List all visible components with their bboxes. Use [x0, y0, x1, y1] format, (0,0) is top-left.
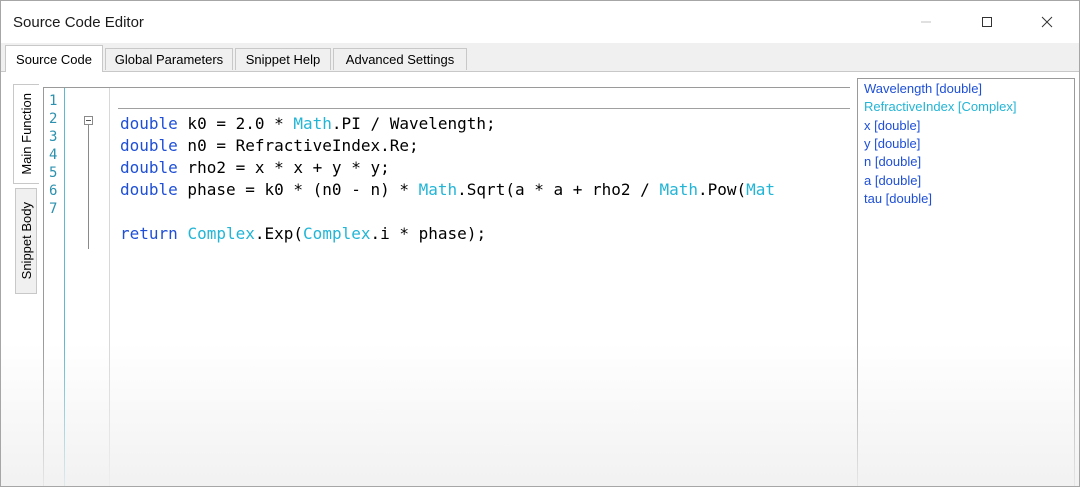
- code-token: .Sqrt(a * a + rho2 /: [457, 180, 660, 199]
- maximize-button[interactable]: [959, 1, 1015, 43]
- keyword-token: double: [120, 180, 178, 199]
- parameter-item[interactable]: RefractiveIndex [Complex]: [864, 98, 1016, 116]
- parameter-item[interactable]: y [double]: [864, 135, 920, 153]
- code-token: .Pow(: [697, 180, 747, 199]
- parameter-item[interactable]: tau [double]: [864, 190, 932, 208]
- minimize-button[interactable]: [898, 1, 954, 43]
- type-token: Mat: [746, 180, 776, 199]
- side-tab-main-function[interactable]: Main Function: [13, 84, 39, 184]
- line-number: 5: [49, 165, 58, 181]
- line-number: 2: [49, 111, 58, 127]
- tab-strip: Source Code Global Parameters Snippet He…: [1, 43, 1079, 72]
- line-number: 7: [49, 201, 58, 217]
- code-token: .i * phase);: [370, 224, 487, 243]
- code-token: .Exp(: [254, 224, 304, 243]
- side-tab-snippet-body[interactable]: Snippet Body: [15, 188, 37, 294]
- line-number: 6: [49, 183, 58, 199]
- keyword-token: double: [120, 136, 178, 155]
- code-editor[interactable]: 1234567 double k0 = 2.0 * Math.PI / Wave…: [43, 87, 850, 486]
- keyword-token: double: [120, 158, 178, 177]
- tab-content: Main Function Snippet Body 1 2 3 4 5 6 7 doubl…: [1, 71, 1079, 486]
- parameter-list[interactable]: Wavelength [double] RefractiveIndex [Comp…: [857, 78, 1075, 486]
- source-code-editor-window: Source Code Editor Source Code Global Pa…: [0, 0, 1080, 487]
- keyword-token: double: [120, 114, 178, 133]
- current-line-marker: [118, 108, 850, 109]
- parameter-item[interactable]: x [double]: [864, 117, 920, 135]
- collapse-icon[interactable]: [84, 116, 93, 125]
- side-tab-strip: Main Function Snippet Body: [9, 84, 41, 294]
- code-line: double rho2 = x * x + y * y;: [120, 157, 390, 179]
- type-token: Math: [659, 180, 698, 199]
- type-token: Math: [293, 114, 332, 133]
- type-token: Complex: [187, 224, 255, 243]
- line-number-gutter: 1 2 3 4 5 6 7: [44, 88, 65, 486]
- code-token: k0 = 2.0 *: [177, 114, 294, 133]
- minimize-icon: [921, 21, 931, 23]
- code-text-area[interactable]: double k0 = 2.0 * Math.PI / Wavelength; d…: [110, 88, 850, 486]
- tab-source-code[interactable]: Source Code: [5, 45, 103, 72]
- fold-margin: [65, 88, 110, 486]
- parameter-item[interactable]: n [double]: [864, 153, 921, 171]
- tab-advanced-settings[interactable]: Advanced Settings: [333, 48, 467, 70]
- code-line: double phase = k0 * (n0 - n) * Math.Sqrt…: [120, 179, 775, 201]
- keyword-token: return: [120, 224, 178, 243]
- code-line: double k0 = 2.0 * Math.PI / Wavelength;: [120, 113, 496, 135]
- title-bar[interactable]: Source Code Editor: [1, 1, 1079, 43]
- line-number: 4: [49, 147, 58, 163]
- line-number: 3: [49, 129, 58, 145]
- code-line: double n0 = RefractiveIndex.Re;: [120, 135, 419, 157]
- tab-global-parameters[interactable]: Global Parameters: [105, 48, 233, 70]
- line-number: 1: [49, 93, 58, 109]
- fold-guide-line: [88, 125, 89, 249]
- close-button[interactable]: [1019, 1, 1075, 43]
- type-token: Complex: [303, 224, 371, 243]
- code-token: rho2 = x * x + y * y;: [177, 158, 390, 177]
- code-token: n0 = RefractiveIndex.Re;: [177, 136, 419, 155]
- close-icon: [1041, 16, 1053, 28]
- parameter-item[interactable]: Wavelength [double]: [864, 80, 982, 98]
- code-token: phase = k0 * (n0 - n) *: [177, 180, 419, 199]
- parameter-item[interactable]: a [double]: [864, 172, 921, 190]
- maximize-icon: [982, 17, 992, 27]
- tab-snippet-help[interactable]: Snippet Help: [235, 48, 331, 70]
- window-title: Source Code Editor: [13, 14, 144, 31]
- code-line: return Complex.Exp(Complex.i * phase);: [120, 223, 486, 245]
- code-token: .PI / Wavelength;: [331, 114, 496, 133]
- type-token: Math: [418, 180, 458, 199]
